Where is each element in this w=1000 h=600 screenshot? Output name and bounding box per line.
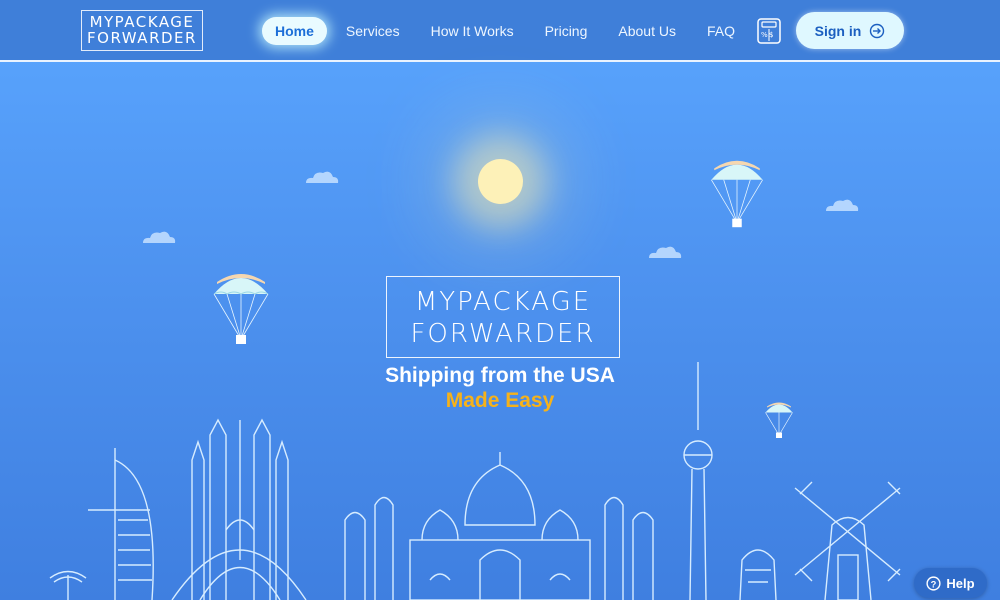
parachute-package-illustration <box>213 274 269 344</box>
taj-mahal-illustration <box>344 452 654 600</box>
brand-logo[interactable]: MYPACKAGE FORWARDER <box>81 10 203 51</box>
sun-illustration <box>478 159 523 204</box>
nav-home[interactable]: Home <box>262 17 327 45</box>
cloud-illustration <box>649 246 682 258</box>
world-landmarks-skyline-illustration <box>49 362 901 600</box>
logo-line1: MYPACKAGE <box>89 13 195 31</box>
help-button[interactable]: ? Help <box>914 568 987 598</box>
cloud-illustration <box>306 171 339 183</box>
windmill-illustration <box>794 481 901 600</box>
nav-services[interactable]: Services <box>346 23 400 39</box>
svg-text:?: ? <box>931 579 937 589</box>
nav-how-it-works[interactable]: How It Works <box>431 23 514 39</box>
cloud-illustration <box>826 199 859 211</box>
sagrada-familia-illustration <box>171 418 307 600</box>
question-circle-icon: ? <box>926 575 941 591</box>
logo-line2: FORWARDER <box>87 29 197 47</box>
sign-in-label: Sign in <box>814 22 862 39</box>
hero-logo-line2: FORWARDER <box>410 319 596 349</box>
main-nav: Home Services How It Works Pricing About… <box>262 16 766 46</box>
calculator-icon[interactable]: % $ <box>757 18 781 44</box>
nav-about-us[interactable]: About Us <box>618 23 676 39</box>
sign-in-arrow-icon <box>870 23 885 38</box>
svg-text:$: $ <box>769 31 773 39</box>
tv-tower-illustration <box>683 362 713 600</box>
help-label: Help <box>946 575 975 591</box>
hero-logo-line1: MYPACKAGE <box>414 287 592 317</box>
cloud-illustration <box>143 231 176 243</box>
pharaoh-statue-illustration <box>739 549 777 600</box>
svg-text:%: % <box>761 31 768 39</box>
nav-faq[interactable]: FAQ <box>707 23 735 39</box>
top-navbar: MYPACKAGE FORWARDER Home Services How It… <box>0 0 1000 62</box>
palm-tree-illustration <box>49 570 87 600</box>
parachute-package-illustration <box>711 160 763 228</box>
hero-brand-logo: MYPACKAGE FORWARDER <box>386 276 620 358</box>
burj-al-arab-illustration <box>88 448 154 600</box>
sign-in-button[interactable]: Sign in <box>796 12 904 49</box>
nav-pricing[interactable]: Pricing <box>545 23 588 39</box>
